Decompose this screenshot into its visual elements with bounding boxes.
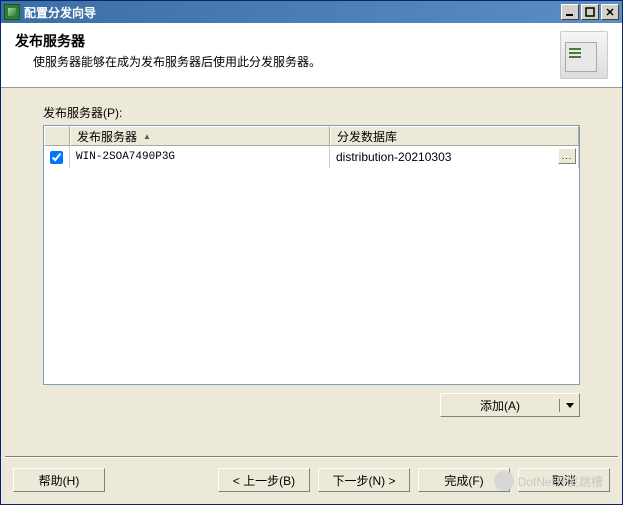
- cell-distribution-db: distribution-20210303 ...: [330, 146, 579, 168]
- publishers-grid: 发布服务器 ▲ 分发数据库 WIN-2SOA7490P3G distributi…: [43, 125, 580, 385]
- grid-header: 发布服务器 ▲ 分发数据库: [44, 126, 579, 146]
- grid-body: WIN-2SOA7490P3G distribution-20210303 ..…: [44, 146, 579, 384]
- wizard-window: 配置分发向导 发布服务器 使服务器能够在成为发布服务器后使用此分发服务器。 发布…: [0, 0, 623, 505]
- browse-button[interactable]: ...: [558, 148, 576, 164]
- content-area: 发布服务器(P): 发布服务器 ▲ 分发数据库 WIN-2SOA7490P3G: [1, 88, 622, 450]
- cancel-button[interactable]: 取消: [518, 468, 610, 492]
- column-publisher[interactable]: 发布服务器 ▲: [70, 126, 330, 146]
- chevron-down-icon[interactable]: [559, 399, 579, 412]
- help-button[interactable]: 帮助(H): [13, 468, 105, 492]
- close-button[interactable]: [601, 4, 619, 20]
- page-description: 使服务器能够在成为发布服务器后使用此分发服务器。: [15, 53, 560, 70]
- wizard-footer: 帮助(H) < 上一步(B) 下一步(N) > 完成(F) 取消: [1, 468, 622, 504]
- column-distribution-db[interactable]: 分发数据库: [330, 126, 579, 146]
- row-checkbox[interactable]: [50, 151, 63, 164]
- maximize-button[interactable]: [581, 4, 599, 20]
- add-button[interactable]: 添加(A): [440, 393, 580, 417]
- page-title: 发布服务器: [15, 31, 560, 51]
- back-button[interactable]: < 上一步(B): [218, 468, 310, 492]
- server-icon: [560, 31, 608, 79]
- sort-ascending-icon: ▲: [143, 132, 151, 141]
- next-button[interactable]: 下一步(N) >: [318, 468, 410, 492]
- publishers-label: 发布服务器(P):: [43, 104, 580, 121]
- cell-server: WIN-2SOA7490P3G: [70, 146, 330, 168]
- minimize-button[interactable]: [561, 4, 579, 20]
- table-row[interactable]: WIN-2SOA7490P3G distribution-20210303 ..…: [44, 146, 579, 168]
- finish-button[interactable]: 完成(F): [418, 468, 510, 492]
- column-checkbox[interactable]: [44, 126, 70, 146]
- window-title: 配置分发向导: [24, 4, 561, 21]
- app-icon: [4, 4, 20, 20]
- wizard-header: 发布服务器 使服务器能够在成为发布服务器后使用此分发服务器。: [1, 23, 622, 88]
- titlebar[interactable]: 配置分发向导: [1, 1, 622, 23]
- divider: [5, 456, 618, 458]
